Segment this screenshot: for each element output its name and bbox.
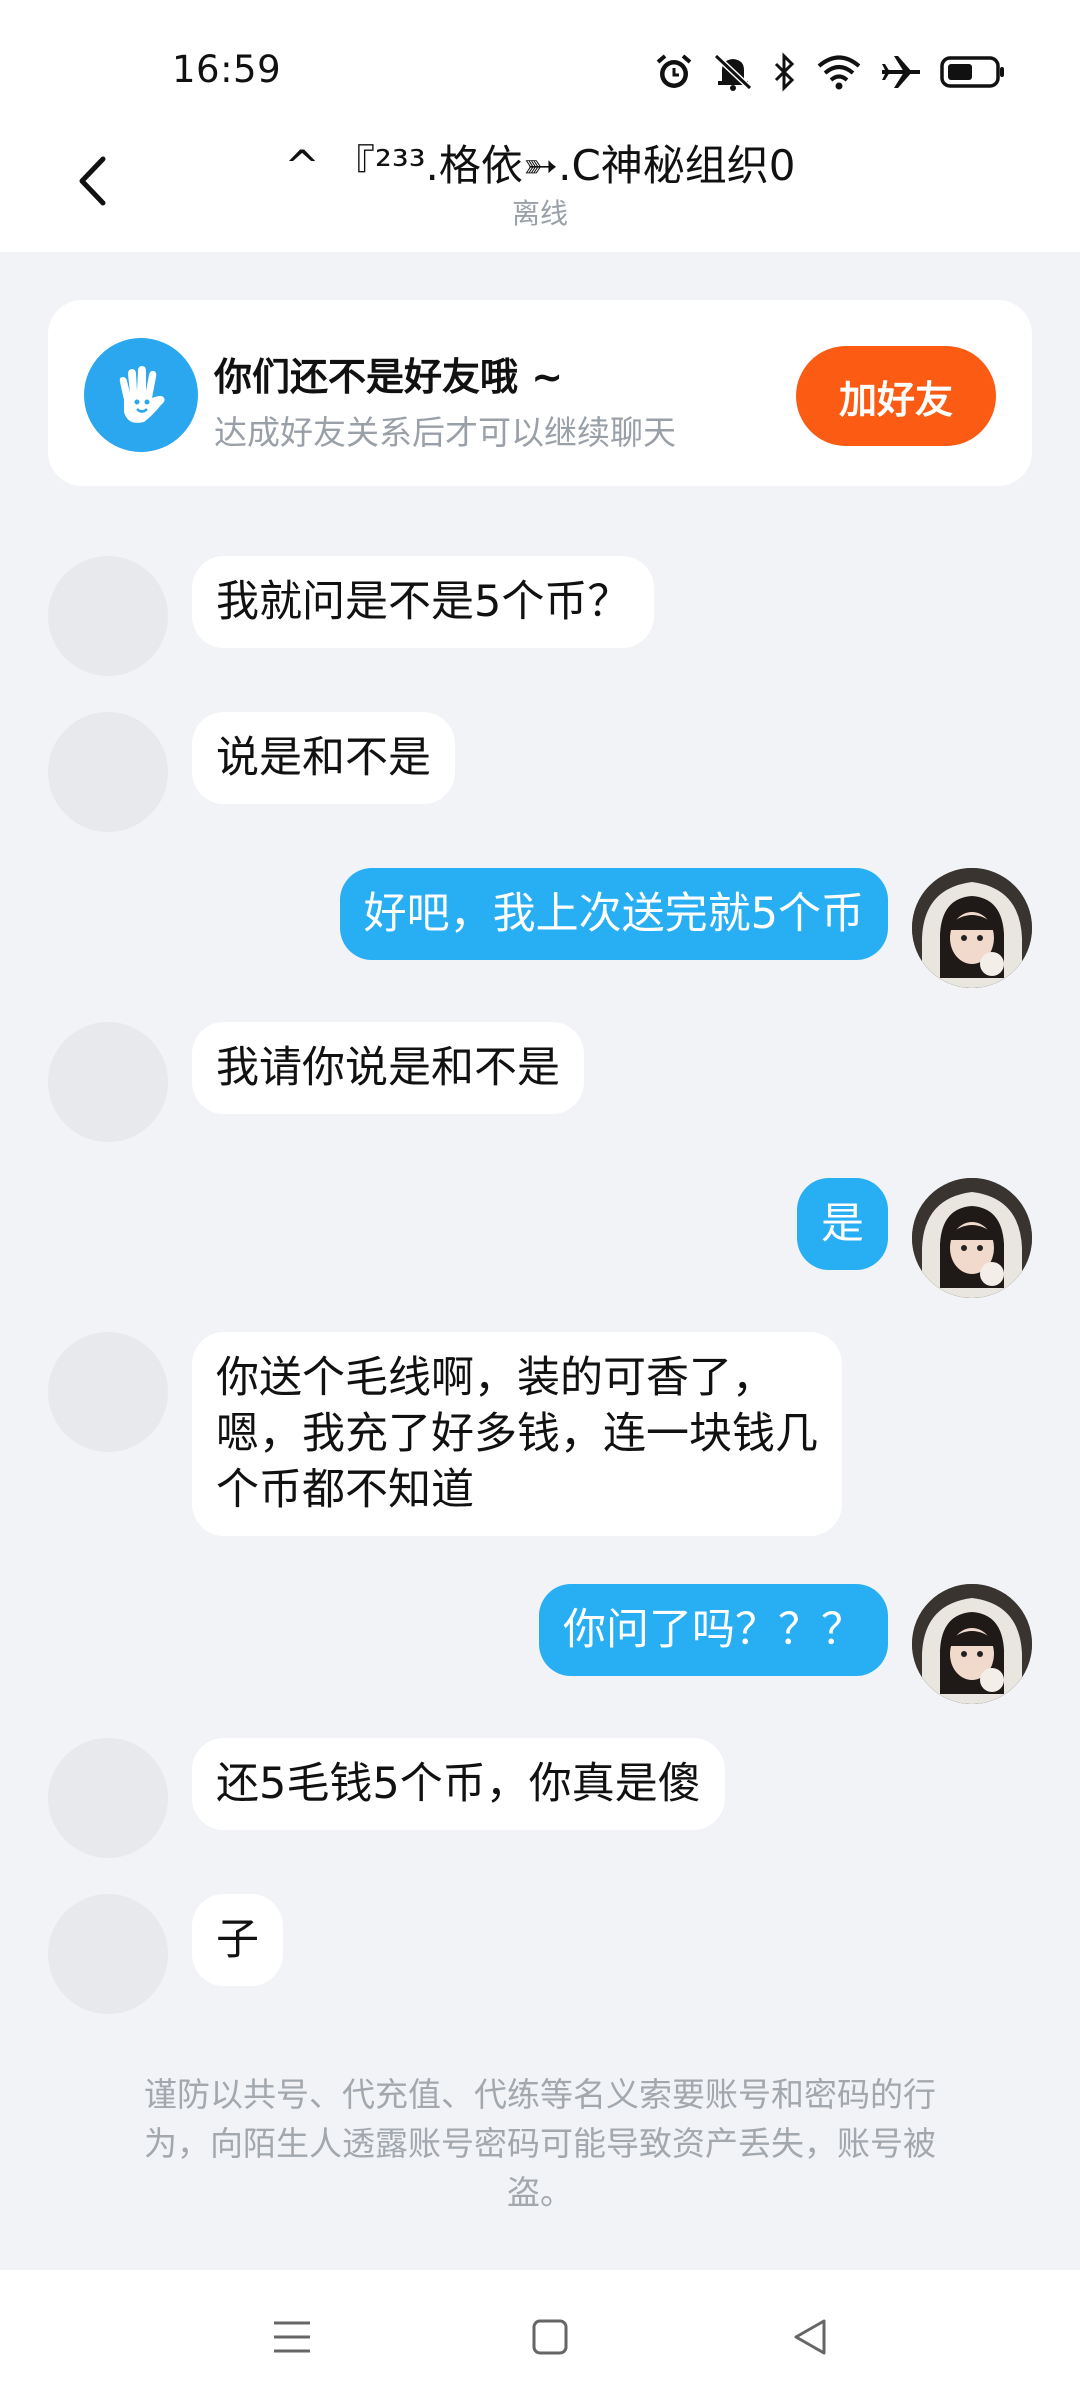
card-title: 你们还不是好友哦 ~ <box>214 355 564 399</box>
message-text-line: 还5毛钱5个币，你真是傻 <box>216 1759 701 1809</box>
received-message-bubble[interactable]: 你送个毛线啊，装的可香了， 嗯，我充了好多钱，连一块钱几 个币都不知道 <box>192 1332 842 1536</box>
my-avatar[interactable] <box>912 1584 1032 1704</box>
sent-message-bubble[interactable]: 好吧，我上次送完就5个币 <box>339 868 888 960</box>
contact-avatar[interactable] <box>48 712 168 832</box>
message-text-line: 好吧，我上次送完就5个币 <box>363 889 864 939</box>
sent-message-bubble[interactable]: 你问了吗？？？ <box>539 1584 888 1676</box>
message-text-line: 嗯，我充了好多钱，连一块钱几 <box>216 1409 818 1459</box>
card-subtitle: 达成好友关系后才可以继续聊天 <box>214 413 676 452</box>
status-time: 16:59 <box>172 48 282 91</box>
back-triangle-icon <box>794 2319 826 2355</box>
airplane-mode-icon <box>882 56 920 88</box>
avatar-photo <box>912 1178 1032 1298</box>
top-bar: 16:59 ^ 『²³³.格依➳.C神秘组织0 离线 <box>0 0 1080 252</box>
home-button[interactable] <box>520 2312 580 2362</box>
add-friend-button[interactable]: 加好友 <box>796 346 996 446</box>
battery-icon <box>940 56 1004 88</box>
received-message-bubble[interactable]: 说是和不是 <box>192 712 455 804</box>
alarm-icon <box>656 54 692 88</box>
menu-icon <box>274 2321 310 2353</box>
home-square-icon <box>532 2319 568 2355</box>
warning-line: 谨防以共号、代充值、代练等名义索要账号和密码的行 <box>144 2075 936 2114</box>
received-message-bubble[interactable]: 子 <box>192 1894 283 1986</box>
my-avatar[interactable] <box>912 1178 1032 1298</box>
wifi-icon <box>817 55 861 90</box>
not-friends-card: 你们还不是好友哦 ~ 达成好友关系后才可以继续聊天 加好友 <box>48 300 1032 486</box>
contact-avatar[interactable] <box>48 1894 168 2014</box>
menu-button[interactable] <box>262 2312 322 2362</box>
avatar-photo <box>912 868 1032 988</box>
sent-message-bubble[interactable]: 是 <box>797 1178 888 1270</box>
received-message-bubble[interactable]: 还5毛钱5个币，你真是傻 <box>192 1738 725 1830</box>
message-text-line: 子 <box>216 1915 259 1965</box>
contact-avatar[interactable] <box>48 556 168 676</box>
online-status: 离线 <box>511 197 568 230</box>
mute-bell-icon <box>713 53 753 91</box>
contact-avatar[interactable] <box>48 1332 168 1452</box>
status-icons <box>654 50 1006 94</box>
my-avatar[interactable] <box>912 868 1032 988</box>
message-text-line: 我就问是不是5个币？ <box>216 577 631 627</box>
system-back-button[interactable] <box>780 2312 840 2362</box>
received-message-bubble[interactable]: 我就问是不是5个币？ <box>192 556 655 648</box>
bluetooth-icon <box>774 52 795 92</box>
security-warning: 谨防以共号、代充值、代练等名义索要账号和密码的行 为，向陌生人透露账号密码可能导… <box>100 2070 980 2217</box>
message-text-line: 说是和不是 <box>216 733 431 783</box>
avatar-photo <box>912 1584 1032 1704</box>
received-message-bubble[interactable]: 我请你说是和不是 <box>192 1022 584 1114</box>
contact-avatar[interactable] <box>48 1022 168 1142</box>
warning-line: 为，向陌生人透露账号密码可能导致资产丢失，账号被 <box>144 2124 936 2163</box>
navigation-bar <box>0 2270 1080 2400</box>
message-text-line: 你问了吗？？？ <box>563 1605 864 1655</box>
waving-hand-icon <box>84 338 198 452</box>
message-text-line: 是 <box>821 1199 864 1249</box>
message-text-line: 个币都不知道 <box>216 1465 474 1515</box>
chat-title: ^ 『²³³.格依➳.C神秘组织0 <box>284 141 796 190</box>
chat-screen: 16:59 ^ 『²³³.格依➳.C神秘组织0 离线 你们还不是好友哦 ~ 达成… <box>0 0 1080 2400</box>
contact-avatar[interactable] <box>48 1738 168 1858</box>
message-text-line: 你送个毛线啊，装的可香了， <box>216 1353 775 1403</box>
warning-line: 盗。 <box>507 2173 573 2212</box>
message-text-line: 我请你说是和不是 <box>216 1043 560 1093</box>
